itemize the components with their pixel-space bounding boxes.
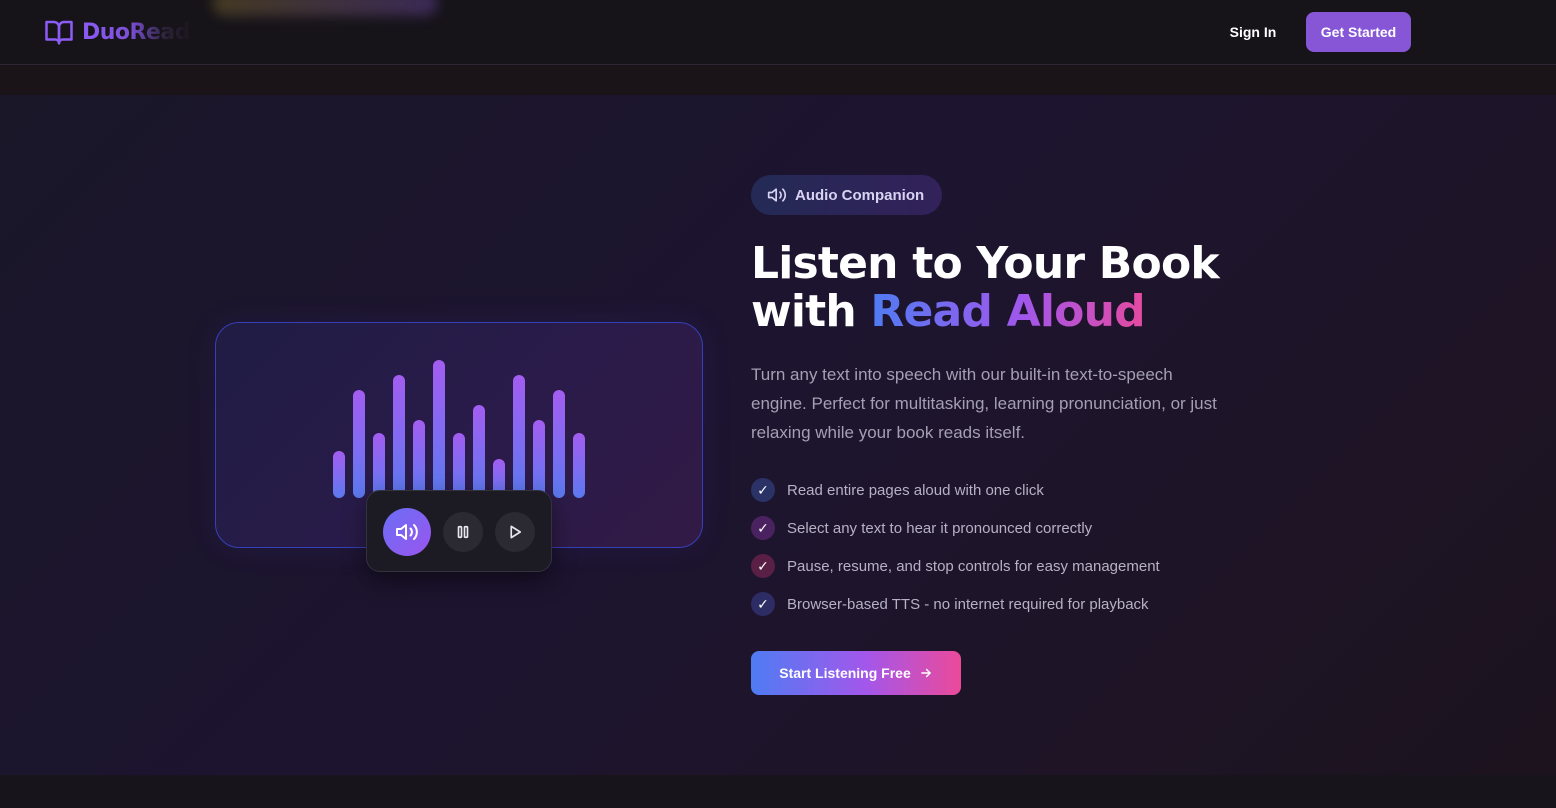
waveform-bar — [453, 433, 465, 498]
waveform-bar — [353, 390, 365, 498]
waveform-bar — [413, 420, 425, 498]
play-icon — [510, 525, 522, 539]
hero-headline: Listen to Your Book with Read Aloud — [751, 240, 1311, 336]
waveform-bar — [573, 433, 585, 498]
next-section-edge — [0, 775, 1556, 808]
pause-icon — [457, 525, 469, 539]
brand-name: DuoRead — [82, 19, 191, 45]
audio-companion-badge: Audio Companion — [751, 175, 942, 215]
feature-item: ✓ Select any text to hear it pronounced … — [751, 509, 1271, 547]
feature-item: ✓ Read entire pages aloud with one click — [751, 471, 1271, 509]
check-icon: ✓ — [751, 478, 775, 502]
feature-item: ✓ Browser-based TTS - no internet requir… — [751, 585, 1271, 623]
waveform-bar — [373, 433, 385, 498]
speaker-icon — [767, 188, 787, 202]
sign-in-link[interactable]: Sign In — [1218, 12, 1288, 52]
badge-label: Audio Companion — [795, 186, 925, 204]
top-nav: DuoRead Sign In Get Started — [0, 0, 1556, 65]
waveform-bar — [433, 360, 445, 498]
book-open-icon — [45, 20, 73, 45]
read-aloud-button[interactable] — [383, 508, 431, 556]
feature-text: Browser-based TTS - no internet required… — [787, 595, 1149, 613]
waveform-bar — [553, 390, 565, 498]
pause-button[interactable] — [443, 512, 483, 552]
playback-controls — [366, 490, 552, 572]
waveform-bar — [513, 375, 525, 498]
hero-description: Turn any text into speech with our built… — [751, 365, 1217, 442]
headline-highlight: Read Aloud — [870, 286, 1145, 337]
waveform-bar — [333, 451, 345, 498]
waveform-bar — [473, 405, 485, 498]
cta-label: Start Listening Free — [779, 665, 911, 681]
waveform-bar — [533, 420, 545, 498]
feature-text: Pause, resume, and stop controls for eas… — [787, 557, 1160, 575]
check-icon: ✓ — [751, 554, 775, 578]
feature-list: ✓ Read entire pages aloud with one click… — [751, 471, 1271, 623]
arrow-right-icon — [920, 668, 931, 678]
feature-item: ✓ Pause, resume, and stop controls for e… — [751, 547, 1271, 585]
hero-top-band — [0, 65, 1556, 95]
brand-logo[interactable]: DuoRead — [44, 16, 191, 48]
feature-text: Read entire pages aloud with one click — [787, 481, 1044, 499]
check-icon: ✓ — [751, 516, 775, 540]
headline-line1: Listen to Your Book — [751, 238, 1220, 289]
start-listening-button[interactable]: Start Listening Free — [751, 651, 961, 695]
check-icon: ✓ — [751, 592, 775, 616]
feature-text: Select any text to hear it pronounced co… — [787, 519, 1093, 537]
headline-with: with — [751, 286, 857, 337]
play-button[interactable] — [495, 512, 535, 552]
waveform-bar — [393, 375, 405, 498]
get-started-button[interactable]: Get Started — [1306, 12, 1411, 52]
nav-glow-decoration — [212, 0, 438, 16]
speaker-icon — [396, 524, 418, 540]
